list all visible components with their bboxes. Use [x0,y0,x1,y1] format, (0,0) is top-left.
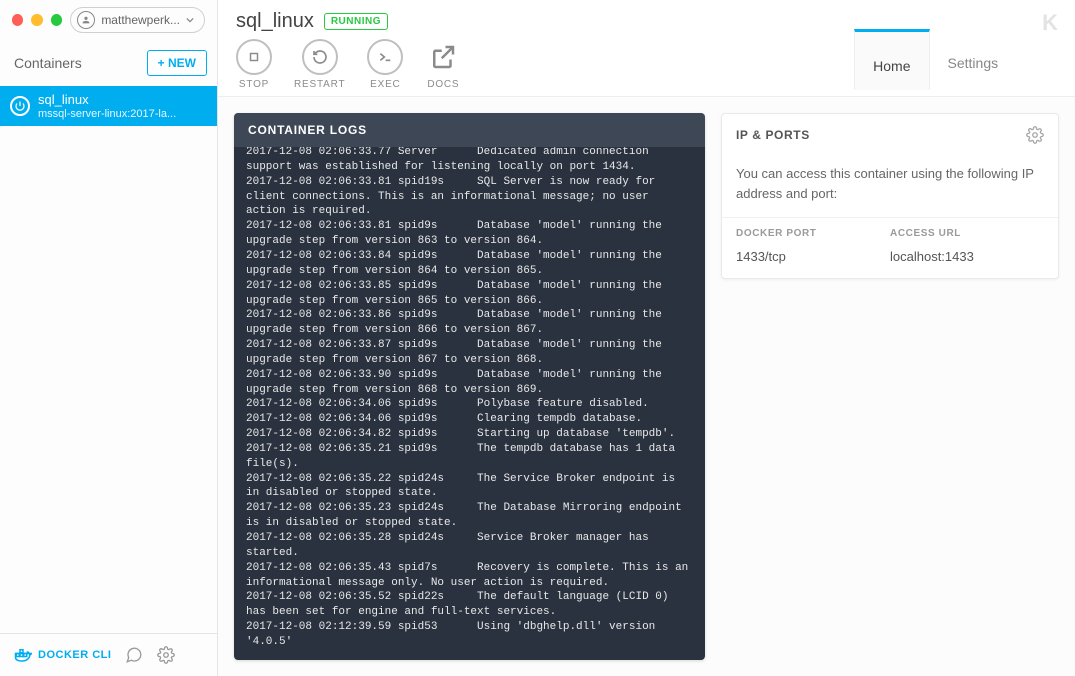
docs-button[interactable]: DOCS [425,39,461,90]
exec-label: EXEC [370,79,400,90]
sidebar-title: Containers [14,55,82,71]
user-name: matthewperk... [101,13,180,27]
main-header: sql_linux RUNNING STOP RESTART [218,0,1075,97]
stop-button[interactable]: STOP [236,39,272,90]
ports-description: You can access this container using the … [722,156,1058,218]
sidebar-item-sql-linux[interactable]: sql_linux mssql-server-linux:2017-la... [0,86,217,126]
tab-settings[interactable]: Settings [930,29,1017,90]
exec-button[interactable]: EXEC [367,39,403,90]
sidebar: matthewperk... Containers + NEW sql_linu… [0,0,218,676]
restart-icon [302,39,338,75]
main: sql_linux RUNNING STOP RESTART [218,0,1075,676]
status-badge: RUNNING [324,13,388,30]
app-logo: K [1042,10,1057,36]
window-controls: matthewperk... [0,0,217,40]
new-container-button[interactable]: + NEW [147,50,207,76]
stop-label: STOP [239,79,269,90]
container-name: sql_linux [38,92,176,108]
restart-label: RESTART [294,79,345,90]
traffic-light-close[interactable] [12,14,23,26]
sidebar-footer: DOCKER CLI [0,633,217,676]
docs-label: DOCS [427,79,459,90]
page-title: sql_linux [236,10,314,33]
ports-table: DOCKER PORT ACCESS URL 1433/tcp localhos… [722,218,1058,278]
gear-icon[interactable] [157,646,175,664]
ports-title: IP & PORTS [736,128,810,142]
avatar-icon [77,11,95,29]
feedback-icon[interactable] [125,646,143,664]
port-value: 1433/tcp [736,249,890,264]
ports-gear-icon[interactable] [1026,126,1044,144]
exec-icon [367,39,403,75]
chevron-down-icon [186,16,194,24]
restart-button[interactable]: RESTART [294,39,345,90]
traffic-light-min[interactable] [31,14,42,26]
logs-title: CONTAINER LOGS [234,113,705,147]
docs-icon [425,39,461,75]
logs-body[interactable]: 2017 12 08 02:06:33.76 spid9s Converting… [234,147,705,660]
content: CONTAINER LOGS 2017 12 08 02:06:33.76 sp… [218,97,1075,676]
docker-cli-label: DOCKER CLI [38,649,111,661]
tabs: Home Settings [854,29,1016,90]
user-menu[interactable]: matthewperk... [70,7,205,33]
action-row: STOP RESTART EXEC [236,39,461,90]
logs-panel: CONTAINER LOGS 2017 12 08 02:06:33.76 sp… [234,113,705,660]
ports-col-port: DOCKER PORT [736,228,890,239]
container-image: mssql-server-linux:2017-la... [38,108,176,120]
docker-cli-button[interactable]: DOCKER CLI [14,646,111,664]
power-icon [10,96,30,116]
traffic-light-max[interactable] [51,14,62,26]
stop-icon [236,39,272,75]
ports-col-url: ACCESS URL [890,228,1044,239]
sidebar-header: Containers + NEW [0,40,217,86]
ports-panel: IP & PORTS You can access this container… [721,113,1059,279]
port-url[interactable]: localhost:1433 [890,249,1044,264]
tab-home[interactable]: Home [854,29,929,90]
